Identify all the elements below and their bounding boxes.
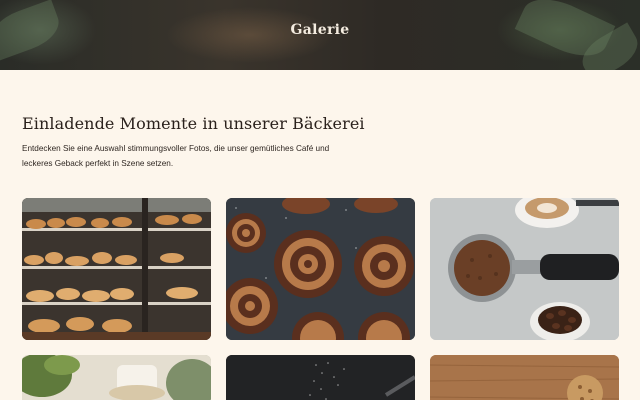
gallery-photo-cafe-plants[interactable] bbox=[22, 355, 211, 400]
gallery-photo-bakery-display[interactable] bbox=[22, 198, 211, 340]
cafe-plants-image bbox=[22, 355, 211, 400]
bakery-display-image bbox=[22, 198, 211, 340]
section-description: Entdecken Sie eine Auswahl stimmungsvoll… bbox=[22, 144, 330, 168]
gallery-hero-banner: Galerie bbox=[0, 0, 640, 70]
gallery-photo-flour-dark[interactable] bbox=[226, 355, 415, 400]
flour-dark-image bbox=[226, 355, 415, 400]
page-title: Galerie bbox=[290, 22, 350, 38]
gallery-photo-cinnamon-rolls[interactable] bbox=[226, 198, 415, 340]
cinnamon-rolls-image bbox=[226, 198, 415, 340]
gallery-photo-cookies-wood[interactable] bbox=[430, 355, 619, 400]
gallery-photo-coffee-portafilter[interactable] bbox=[430, 198, 619, 340]
coffee-portafilter-image bbox=[430, 198, 619, 340]
cookies-wood-image bbox=[430, 355, 619, 400]
section-heading: Einladende Momente in unserer Bäckerei bbox=[22, 114, 365, 133]
